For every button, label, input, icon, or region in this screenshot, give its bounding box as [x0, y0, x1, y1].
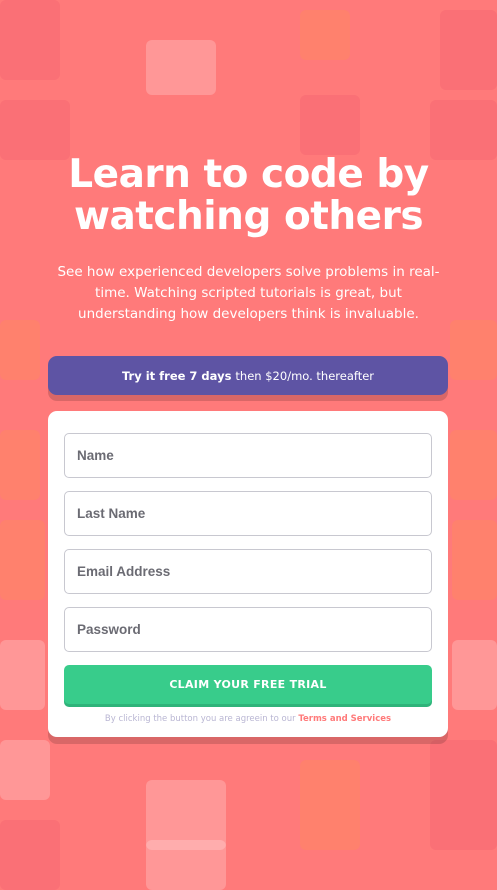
last-name-placeholder: Last Name: [77, 506, 146, 521]
terms-prefix: By clicking the button you are agreein t…: [104, 714, 296, 724]
signup-form: Name Last Name Email Address Password CL…: [48, 411, 448, 737]
promo-banner: Try it free 7 days then $20/mo. thereaft…: [48, 356, 448, 395]
email-placeholder: Email Address: [77, 564, 171, 579]
page-title-line-1: Learn to code by: [68, 152, 429, 197]
first-name-placeholder: Name: [77, 448, 114, 463]
page-title: Learn to code by watching others: [0, 154, 497, 238]
claim-free-trial-button[interactable]: CLAIM YOUR FREE TRIAL: [64, 665, 432, 704]
last-name-field[interactable]: Last Name: [64, 491, 432, 536]
terms-notice: By clicking the button you are agreein t…: [64, 714, 432, 724]
terms-link[interactable]: Terms and Services: [298, 714, 391, 724]
first-name-field[interactable]: Name: [64, 433, 432, 478]
password-field[interactable]: Password: [64, 607, 432, 652]
promo-rest-text: then $20/mo. thereafter: [235, 368, 375, 383]
page-title-line-2: watching others: [73, 194, 424, 239]
page-subtitle: See how experienced developers solve pro…: [57, 264, 440, 322]
email-field[interactable]: Email Address: [64, 549, 432, 594]
password-placeholder: Password: [77, 622, 141, 637]
promo-bold-text: Try it free 7 days: [121, 368, 232, 383]
